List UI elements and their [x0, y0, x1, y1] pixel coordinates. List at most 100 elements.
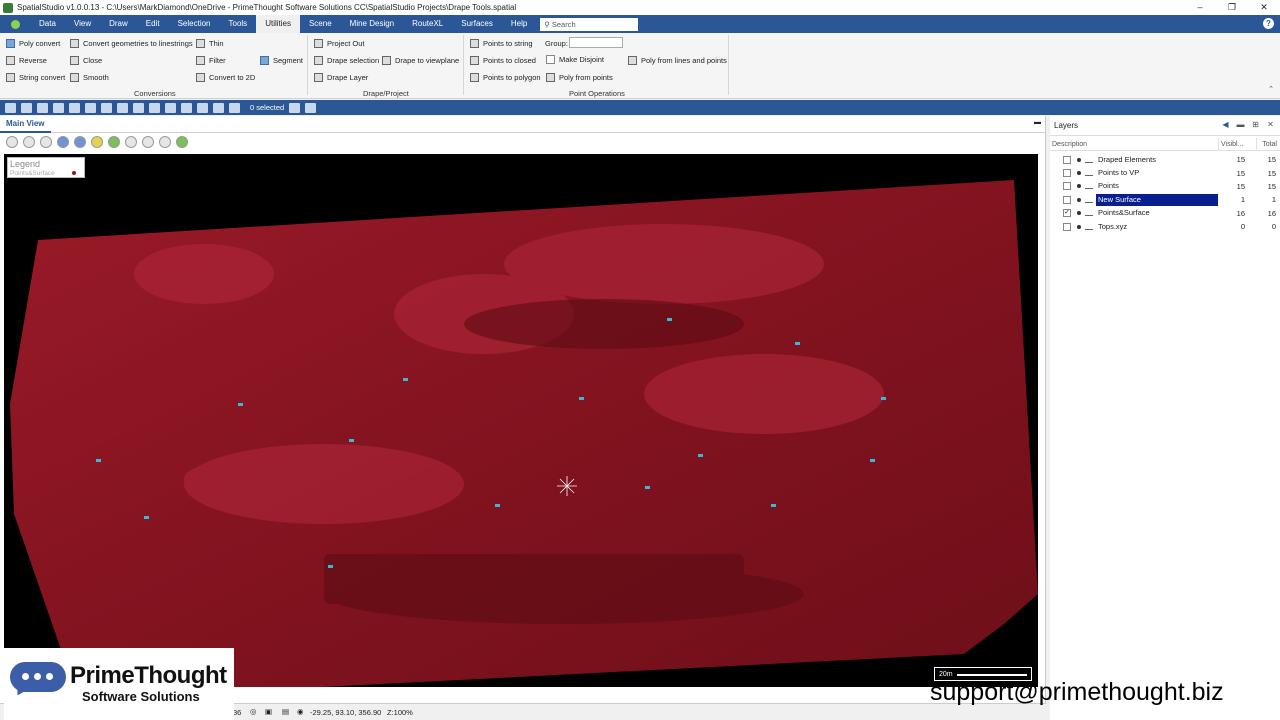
rotate-icon[interactable]	[57, 135, 69, 148]
forward-icon[interactable]	[125, 135, 137, 148]
group-label: Group:	[545, 36, 568, 50]
label: Poly convert	[19, 38, 61, 48]
menu-routexl[interactable]: RouteXL	[403, 15, 452, 33]
points-to-string-button[interactable]: Points to string	[470, 36, 533, 50]
convert-2d-button[interactable]: Convert to 2D	[196, 70, 255, 84]
layer-checkbox[interactable]: ✓	[1063, 209, 1071, 218]
close-panel-icon[interactable]: ✕	[1265, 120, 1276, 130]
drape-viewplane-button[interactable]: Drape to viewplane	[382, 53, 459, 67]
3d-viewport[interactable]: Legend Points&Surface 20m	[4, 154, 1038, 687]
label: Reverse	[19, 55, 47, 65]
sun-icon[interactable]	[91, 135, 103, 148]
tab-main-view[interactable]: Main View	[0, 116, 51, 133]
points-to-polygon-button[interactable]: Points to polygon	[470, 70, 541, 84]
menu-selection[interactable]: Selection	[169, 15, 220, 33]
list-icon[interactable]	[142, 135, 154, 148]
move-icon[interactable]	[213, 102, 224, 113]
select-icon[interactable]	[37, 102, 48, 113]
zoom-readout: Z:100%	[387, 708, 413, 717]
collapse-panel-icon[interactable]: ◀	[1220, 120, 1231, 130]
poly-from-points-button[interactable]: Poly from points	[546, 70, 613, 84]
project-out-button[interactable]: Project Out	[314, 36, 365, 50]
app-menu-icon[interactable]	[0, 15, 30, 33]
pin-icon[interactable]	[133, 102, 144, 113]
reverse-button[interactable]: Reverse	[6, 53, 47, 67]
make-disjoint-checkbox[interactable]: Make Disjoint	[546, 52, 604, 66]
layer-checkbox[interactable]	[1063, 169, 1071, 178]
move-panel-icon[interactable]: ▬	[1235, 120, 1246, 130]
eye-icon[interactable]: ◉	[297, 707, 304, 716]
menu-draw[interactable]: Draw	[100, 15, 137, 33]
menu-scene[interactable]: Scene	[300, 15, 341, 33]
restore-icon[interactable]: ❐	[1216, 0, 1248, 15]
layer-checkbox[interactable]	[1063, 155, 1071, 164]
layers-icon[interactable]	[53, 102, 64, 113]
smooth-button[interactable]: Smooth	[70, 70, 109, 84]
layer-row[interactable]: Draped Elements 15 15	[1050, 153, 1280, 166]
search-input[interactable]: ⚲ Search	[540, 17, 639, 31]
col-description[interactable]: Description	[1050, 138, 1218, 150]
grid-icon[interactable]	[69, 102, 80, 113]
layer-row[interactable]: Points 15 15	[1050, 180, 1280, 193]
globe-view-icon[interactable]	[74, 135, 86, 148]
select-box-icon[interactable]	[149, 102, 160, 113]
layer-row[interactable]: Points to VP 15 15	[1050, 166, 1280, 179]
group-select[interactable]	[569, 37, 623, 48]
filter-button[interactable]: Filter	[196, 53, 226, 67]
layer-row[interactable]: ✓ Points&Surface 16 16	[1050, 207, 1280, 220]
minimize-icon[interactable]: –	[1184, 0, 1216, 15]
drape-selection-button[interactable]: Drape selection	[314, 53, 379, 67]
menu-edit[interactable]: Edit	[137, 15, 169, 33]
close-icon[interactable]: ✕	[1248, 0, 1280, 15]
pin-panel-icon[interactable]: ⊞	[1250, 120, 1261, 130]
drape-layer-button[interactable]: Drape Layer	[314, 70, 368, 84]
menu-help[interactable]: Help	[502, 15, 536, 33]
lock-icon[interactable]: ▣	[265, 707, 272, 716]
poly-convert-button[interactable]: Poly convert	[6, 36, 60, 50]
edit-icon[interactable]	[165, 102, 176, 113]
new-icon[interactable]	[5, 102, 16, 113]
layer-checkbox[interactable]	[1063, 222, 1071, 231]
convert-linestrings-button[interactable]: Convert geometries to linestrings	[70, 36, 193, 50]
label: Filter	[209, 55, 226, 65]
surface-icon[interactable]	[101, 102, 112, 113]
vertex-icon[interactable]	[197, 102, 208, 113]
zoom-in-icon[interactable]	[23, 135, 35, 148]
table-icon[interactable]	[305, 102, 317, 113]
layer-row[interactable]: Tops.xyz 0 0	[1050, 220, 1280, 233]
zoom-out-icon[interactable]	[40, 135, 52, 148]
clear-selection-icon[interactable]	[229, 102, 240, 113]
collapse-ribbon-icon[interactable]: ⌃	[1268, 85, 1274, 93]
col-visible[interactable]: Visibl...	[1218, 138, 1256, 150]
globe-icon[interactable]	[117, 102, 128, 113]
menu-surfaces[interactable]: Surfaces	[452, 15, 502, 33]
col-total[interactable]: Total	[1256, 138, 1280, 150]
save-icon[interactable]	[21, 102, 32, 113]
copy-icon[interactable]	[289, 102, 301, 113]
render-mode-icon[interactable]	[159, 135, 171, 148]
node-icon[interactable]	[181, 102, 192, 113]
thin-button[interactable]: Thin	[196, 36, 224, 50]
menu-mine-design[interactable]: Mine Design	[341, 15, 403, 33]
pick-icon[interactable]	[176, 135, 188, 148]
panel-menu-icon[interactable]: ▬	[1034, 119, 1041, 126]
back-icon[interactable]	[108, 135, 120, 148]
layer-row-selected[interactable]: New Surface 1 1	[1050, 193, 1280, 206]
help-icon[interactable]: ?	[1263, 18, 1274, 29]
menu-view[interactable]: View	[65, 15, 100, 33]
label: Poly from points	[559, 72, 613, 82]
menu-utilities[interactable]: Utilities	[256, 15, 300, 33]
image-icon[interactable]	[85, 102, 96, 113]
points-to-closed-button[interactable]: Points to closed	[470, 53, 536, 67]
pointer-icon[interactable]	[6, 135, 18, 148]
menu-data[interactable]: Data	[30, 15, 65, 33]
grid-toggle-icon[interactable]: ▤	[282, 707, 289, 716]
segment-button[interactable]: Segment	[260, 53, 303, 67]
layer-checkbox[interactable]	[1063, 195, 1071, 204]
poly-lines-points-button[interactable]: Poly from lines and points	[628, 53, 727, 67]
close-button[interactable]: Close	[70, 53, 102, 67]
menu-tools[interactable]: Tools	[220, 15, 257, 33]
string-convert-button[interactable]: String convert	[6, 70, 65, 84]
layer-checkbox[interactable]	[1063, 182, 1071, 191]
snap-icon[interactable]: ◎	[250, 707, 257, 716]
